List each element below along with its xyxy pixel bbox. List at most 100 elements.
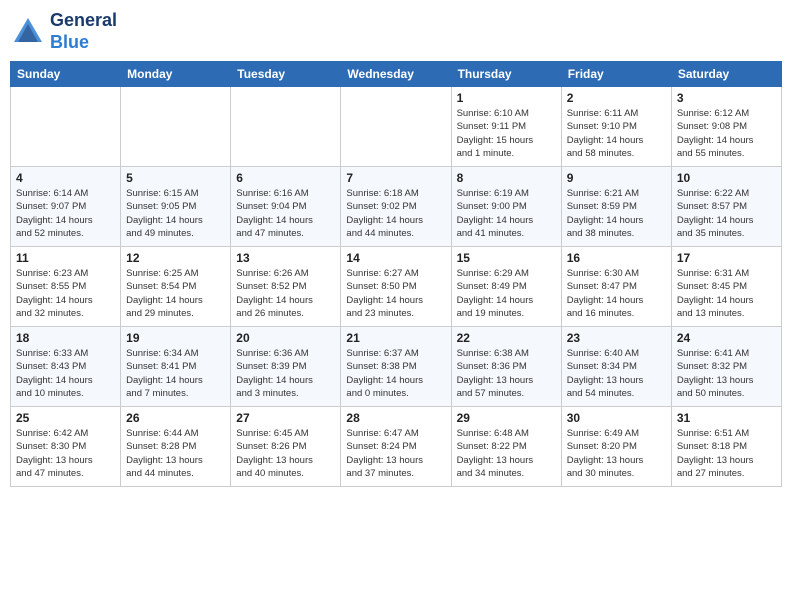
day-number: 29 [457, 411, 556, 425]
day-info: Sunrise: 6:49 AM Sunset: 8:20 PM Dayligh… [567, 427, 666, 480]
calendar-cell: 17 Sunrise: 6:31 AM Sunset: 8:45 PM Dayli… [671, 247, 781, 327]
day-number: 11 [16, 251, 115, 265]
calendar-cell: 29 Sunrise: 6:48 AM Sunset: 8:22 PM Dayli… [451, 407, 561, 487]
day-of-week-header: Wednesday [341, 62, 451, 87]
day-number: 12 [126, 251, 225, 265]
day-number: 7 [346, 171, 445, 185]
calendar-cell: 3 Sunrise: 6:12 AM Sunset: 9:08 PM Daylig… [671, 87, 781, 167]
day-number: 17 [677, 251, 776, 265]
calendar-week-row: 4 Sunrise: 6:14 AM Sunset: 9:07 PM Daylig… [11, 167, 782, 247]
day-info: Sunrise: 6:42 AM Sunset: 8:30 PM Dayligh… [16, 427, 115, 480]
calendar-cell: 6 Sunrise: 6:16 AM Sunset: 9:04 PM Daylig… [231, 167, 341, 247]
calendar-cell: 30Sunrise: 6:49 AM Sunset: 8:20 PM Dayli… [561, 407, 671, 487]
calendar-week-row: 18 Sunrise: 6:33 AM Sunset: 8:43 PM Dayli… [11, 327, 782, 407]
calendar-cell: 26 Sunrise: 6:44 AM Sunset: 8:28 PM Dayli… [121, 407, 231, 487]
day-number: 8 [457, 171, 556, 185]
day-number: 13 [236, 251, 335, 265]
day-number: 22 [457, 331, 556, 345]
day-info: Sunrise: 6:22 AM Sunset: 8:57 PM Dayligh… [677, 187, 776, 240]
calendar-cell [11, 87, 121, 167]
page-header: General Blue [10, 10, 782, 53]
day-info: Sunrise: 6:29 AM Sunset: 8:49 PM Dayligh… [457, 267, 556, 320]
calendar-cell [231, 87, 341, 167]
day-info: Sunrise: 6:11 AM Sunset: 9:10 PM Dayligh… [567, 107, 666, 160]
day-info: Sunrise: 6:18 AM Sunset: 9:02 PM Dayligh… [346, 187, 445, 240]
calendar-cell: 20 Sunrise: 6:36 AM Sunset: 8:39 PM Dayli… [231, 327, 341, 407]
day-info: Sunrise: 6:14 AM Sunset: 9:07 PM Dayligh… [16, 187, 115, 240]
day-info: Sunrise: 6:16 AM Sunset: 9:04 PM Dayligh… [236, 187, 335, 240]
calendar-cell: 18 Sunrise: 6:33 AM Sunset: 8:43 PM Dayli… [11, 327, 121, 407]
calendar-cell: 10 Sunrise: 6:22 AM Sunset: 8:57 PM Dayli… [671, 167, 781, 247]
calendar-week-row: 11 Sunrise: 6:23 AM Sunset: 8:55 PM Dayli… [11, 247, 782, 327]
day-info: Sunrise: 6:19 AM Sunset: 9:00 PM Dayligh… [457, 187, 556, 240]
day-info: Sunrise: 6:12 AM Sunset: 9:08 PM Dayligh… [677, 107, 776, 160]
day-number: 26 [126, 411, 225, 425]
day-info: Sunrise: 6:25 AM Sunset: 8:54 PM Dayligh… [126, 267, 225, 320]
calendar-cell: 13 Sunrise: 6:26 AM Sunset: 8:52 PM Dayli… [231, 247, 341, 327]
day-number: 4 [16, 171, 115, 185]
calendar-cell: 27 Sunrise: 6:45 AM Sunset: 8:26 PM Dayli… [231, 407, 341, 487]
day-info: Sunrise: 6:10 AM Sunset: 9:11 PM Dayligh… [457, 107, 556, 160]
day-of-week-header: Friday [561, 62, 671, 87]
logo-text: General Blue [50, 10, 117, 53]
calendar-cell: 22 Sunrise: 6:38 AM Sunset: 8:36 PM Dayli… [451, 327, 561, 407]
day-number: 5 [126, 171, 225, 185]
calendar-cell: 28Sunrise: 6:47 AM Sunset: 8:24 PM Dayli… [341, 407, 451, 487]
calendar-cell: 15Sunrise: 6:29 AM Sunset: 8:49 PM Dayli… [451, 247, 561, 327]
calendar-week-row: 25Sunrise: 6:42 AM Sunset: 8:30 PM Dayli… [11, 407, 782, 487]
calendar-cell: 19Sunrise: 6:34 AM Sunset: 8:41 PM Dayli… [121, 327, 231, 407]
day-number: 21 [346, 331, 445, 345]
day-info: Sunrise: 6:38 AM Sunset: 8:36 PM Dayligh… [457, 347, 556, 400]
calendar-cell: 14Sunrise: 6:27 AM Sunset: 8:50 PM Dayli… [341, 247, 451, 327]
logo-icon [10, 14, 46, 50]
day-number: 2 [567, 91, 666, 105]
calendar-cell: 9 Sunrise: 6:21 AM Sunset: 8:59 PM Daylig… [561, 167, 671, 247]
day-info: Sunrise: 6:37 AM Sunset: 8:38 PM Dayligh… [346, 347, 445, 400]
calendar-cell: 21 Sunrise: 6:37 AM Sunset: 8:38 PM Dayli… [341, 327, 451, 407]
calendar-table: SundayMondayTuesdayWednesdayThursdayFrid… [10, 61, 782, 487]
day-info: Sunrise: 6:27 AM Sunset: 8:50 PM Dayligh… [346, 267, 445, 320]
day-info: Sunrise: 6:47 AM Sunset: 8:24 PM Dayligh… [346, 427, 445, 480]
day-info: Sunrise: 6:41 AM Sunset: 8:32 PM Dayligh… [677, 347, 776, 400]
day-info: Sunrise: 6:21 AM Sunset: 8:59 PM Dayligh… [567, 187, 666, 240]
day-info: Sunrise: 6:34 AM Sunset: 8:41 PM Dayligh… [126, 347, 225, 400]
day-of-week-header: Saturday [671, 62, 781, 87]
day-number: 31 [677, 411, 776, 425]
day-info: Sunrise: 6:15 AM Sunset: 9:05 PM Dayligh… [126, 187, 225, 240]
day-info: Sunrise: 6:45 AM Sunset: 8:26 PM Dayligh… [236, 427, 335, 480]
day-number: 27 [236, 411, 335, 425]
day-number: 18 [16, 331, 115, 345]
day-info: Sunrise: 6:40 AM Sunset: 8:34 PM Dayligh… [567, 347, 666, 400]
day-number: 24 [677, 331, 776, 345]
day-info: Sunrise: 6:30 AM Sunset: 8:47 PM Dayligh… [567, 267, 666, 320]
days-of-week-row: SundayMondayTuesdayWednesdayThursdayFrid… [11, 62, 782, 87]
day-of-week-header: Thursday [451, 62, 561, 87]
day-number: 3 [677, 91, 776, 105]
day-info: Sunrise: 6:26 AM Sunset: 8:52 PM Dayligh… [236, 267, 335, 320]
day-info: Sunrise: 6:33 AM Sunset: 8:43 PM Dayligh… [16, 347, 115, 400]
day-info: Sunrise: 6:48 AM Sunset: 8:22 PM Dayligh… [457, 427, 556, 480]
calendar-cell: 8 Sunrise: 6:19 AM Sunset: 9:00 PM Daylig… [451, 167, 561, 247]
day-number: 6 [236, 171, 335, 185]
calendar-cell: 23 Sunrise: 6:40 AM Sunset: 8:34 PM Dayli… [561, 327, 671, 407]
calendar-week-row: 1 Sunrise: 6:10 AM Sunset: 9:11 PM Daylig… [11, 87, 782, 167]
day-info: Sunrise: 6:36 AM Sunset: 8:39 PM Dayligh… [236, 347, 335, 400]
calendar-cell: 11 Sunrise: 6:23 AM Sunset: 8:55 PM Dayli… [11, 247, 121, 327]
day-info: Sunrise: 6:44 AM Sunset: 8:28 PM Dayligh… [126, 427, 225, 480]
calendar-cell: 31 Sunrise: 6:51 AM Sunset: 8:18 PM Dayli… [671, 407, 781, 487]
day-info: Sunrise: 6:51 AM Sunset: 8:18 PM Dayligh… [677, 427, 776, 480]
calendar-cell: 25Sunrise: 6:42 AM Sunset: 8:30 PM Dayli… [11, 407, 121, 487]
day-info: Sunrise: 6:31 AM Sunset: 8:45 PM Dayligh… [677, 267, 776, 320]
day-number: 10 [677, 171, 776, 185]
day-number: 20 [236, 331, 335, 345]
day-info: Sunrise: 6:23 AM Sunset: 8:55 PM Dayligh… [16, 267, 115, 320]
day-number: 1 [457, 91, 556, 105]
calendar-cell [121, 87, 231, 167]
calendar-cell [341, 87, 451, 167]
day-of-week-header: Monday [121, 62, 231, 87]
day-number: 23 [567, 331, 666, 345]
day-of-week-header: Tuesday [231, 62, 341, 87]
day-number: 9 [567, 171, 666, 185]
calendar-body: 1 Sunrise: 6:10 AM Sunset: 9:11 PM Daylig… [11, 87, 782, 487]
calendar-cell: 5 Sunrise: 6:15 AM Sunset: 9:05 PM Daylig… [121, 167, 231, 247]
